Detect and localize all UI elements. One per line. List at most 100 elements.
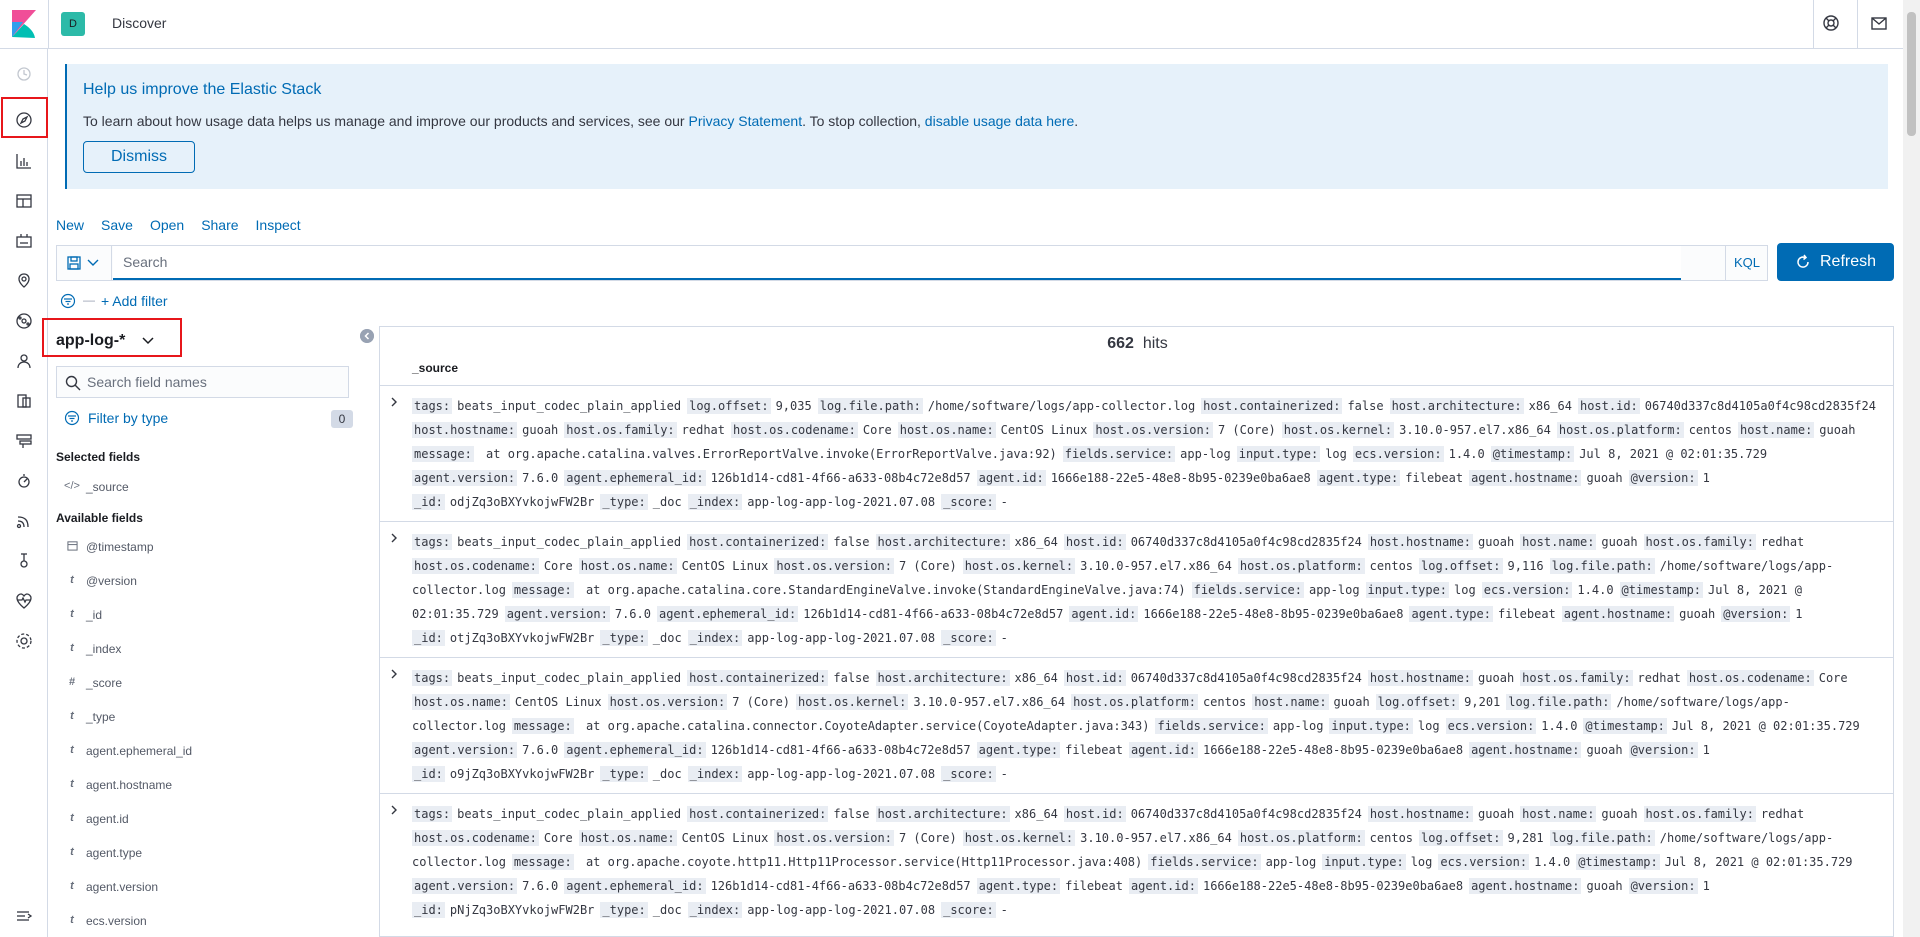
hits-counter: 662 hits [380,335,1893,353]
refresh-label: Refresh [1820,253,1877,270]
string-type-icon: t [70,744,74,756]
source-field-key: host.os.family: [564,422,677,438]
top-header: D Discover [0,0,1920,49]
kql-language-button[interactable]: KQL [1725,246,1768,280]
source-field-value: /home/software/logs/app- [1616,695,1790,709]
source-field-key: log.file.path: [1506,694,1612,710]
maps-icon[interactable] [14,271,34,291]
dashboard-icon[interactable] [14,191,34,211]
source-field-value: 7.6.0 [522,879,559,893]
source-field-value: log [1410,855,1433,869]
privacy-statement-link[interactable]: Privacy Statement [688,113,802,129]
dismiss-button[interactable]: Dismiss [83,141,195,173]
document-source: tags: beats_input_codec_plain_applied log.… [412,394,1882,514]
inspect-button[interactable]: Inspect [256,217,301,233]
logs-icon[interactable] [14,391,34,411]
source-field-key: host.id: [1063,670,1126,686]
source-field-key: agent.version: [412,742,518,758]
uptime-icon[interactable] [14,511,34,531]
source-line: host.hostname: guoah host.os.family: redhat… [412,418,1882,442]
apm-icon[interactable] [14,471,34,491]
source-field-key: fields.service: [1191,582,1304,598]
canvas-icon[interactable] [14,231,34,251]
saved-query-button[interactable] [57,246,112,280]
search-field-names-input[interactable] [87,367,347,397]
document-row: tags: beats_input_codec_plain_applied host… [380,521,1893,657]
filter-by-type-button[interactable]: Filter by type 0 [64,408,353,428]
source-field-key: host.os.family: [1643,534,1756,550]
source-line: _id: pNjZq3oBXYvkojwFW2Br _type: _doc _index… [412,898,1882,922]
source-field-value: CentOS Linux [681,831,769,845]
source-field-value: - [1000,767,1008,781]
add-filter-button[interactable]: + Add filter [101,293,168,309]
query-bar: KQL [56,245,1768,281]
ml-icon[interactable] [14,311,34,331]
page-scrollbar-thumb[interactable] [1907,12,1916,136]
monitoring-icon[interactable] [14,591,34,611]
source-field-key: host.hostname: [1367,534,1474,550]
kibana-logo-icon[interactable] [12,10,36,38]
source-field-key: _score: [941,494,996,510]
source-field-key: fields.service: [1062,446,1176,462]
refresh-button[interactable]: Refresh [1777,243,1894,281]
chevron-right-icon[interactable] [388,804,400,816]
source-field-value: false [833,535,870,549]
mail-icon[interactable] [1870,14,1888,32]
filter-options-icon[interactable] [60,293,76,309]
source-field-key: tags: [412,398,453,414]
source-field-value: guoah [1601,535,1638,549]
source-field-key: agent.hostname: [1561,606,1675,622]
clock-icon[interactable] [14,64,34,84]
chevron-right-icon[interactable] [388,532,400,544]
source-field-value: filebeat [1405,471,1464,485]
source-field-key: _score: [941,766,996,782]
help-icon[interactable] [1822,14,1840,32]
management-icon[interactable] [14,631,34,651]
source-field-key: ecs.version: [1438,854,1530,870]
share-button[interactable]: Share [201,217,238,233]
collapse-sidebar-icon[interactable] [360,329,374,343]
visualize-icon[interactable] [14,151,34,171]
field-name: @version [86,574,137,588]
source-line: tags: beats_input_codec_plain_applied host… [412,666,1882,690]
siem-icon[interactable] [14,551,34,571]
source-field-key: @timestamp: [1619,582,1704,598]
source-field-value: app-log [1308,583,1360,597]
source-field-value: 7.6.0 [522,471,559,485]
source-field-key: host.os.version: [774,830,894,846]
graph-icon[interactable] [14,351,34,371]
source-field-key: host.os.kernel: [1281,422,1395,438]
field-name: _id [86,608,103,622]
source-field-value: 7.6.0 [522,743,559,757]
source-field-value: at org.apache.catalina.valves.ErrorRepor… [478,447,1057,461]
source-line: _id: otjZq3oBXYvkojwFW2Br _type: _doc _index… [412,626,1882,650]
source-field-key: host.os.family: [1643,806,1756,822]
source-field-key: host.name: [1738,422,1815,438]
open-button[interactable]: Open [150,217,184,233]
source-field-value: o9jZq3oBXYvkojwFW2Br [449,767,595,781]
source-field-value: log [1325,447,1347,461]
source-field-key: host.os.version: [774,558,894,574]
source-field-value: /home/software/logs/app-collector.log [927,399,1196,413]
chevron-right-icon[interactable] [388,396,400,408]
source-field-key: host.containerized: [1201,398,1343,414]
new-button[interactable]: New [56,217,84,233]
disable-usage-link[interactable]: disable usage data here [925,113,1074,129]
source-field-key: _id: [412,494,445,510]
source-field-key: fields.service: [1155,718,1268,734]
search-input[interactable] [113,246,1681,280]
source-field-key: host.os.kernel: [796,694,909,710]
collapse-menu-icon[interactable] [14,906,34,926]
source-field-key: host.os.platform: [1071,694,1198,710]
infra-icon[interactable] [14,431,34,451]
save-button[interactable]: Save [101,217,133,233]
source-field-key: host.name: [1252,694,1329,710]
chevron-right-icon[interactable] [388,668,400,680]
string-type-icon: t [70,642,74,654]
source-field-value: CentOS Linux [514,695,602,709]
source-field-value: _doc [652,495,682,509]
space-avatar[interactable]: D [61,12,85,36]
page-scrollbar[interactable] [1903,0,1920,937]
source-field-value: guoah [1478,535,1515,549]
field-name: agent.ephemeral_id [86,744,193,758]
